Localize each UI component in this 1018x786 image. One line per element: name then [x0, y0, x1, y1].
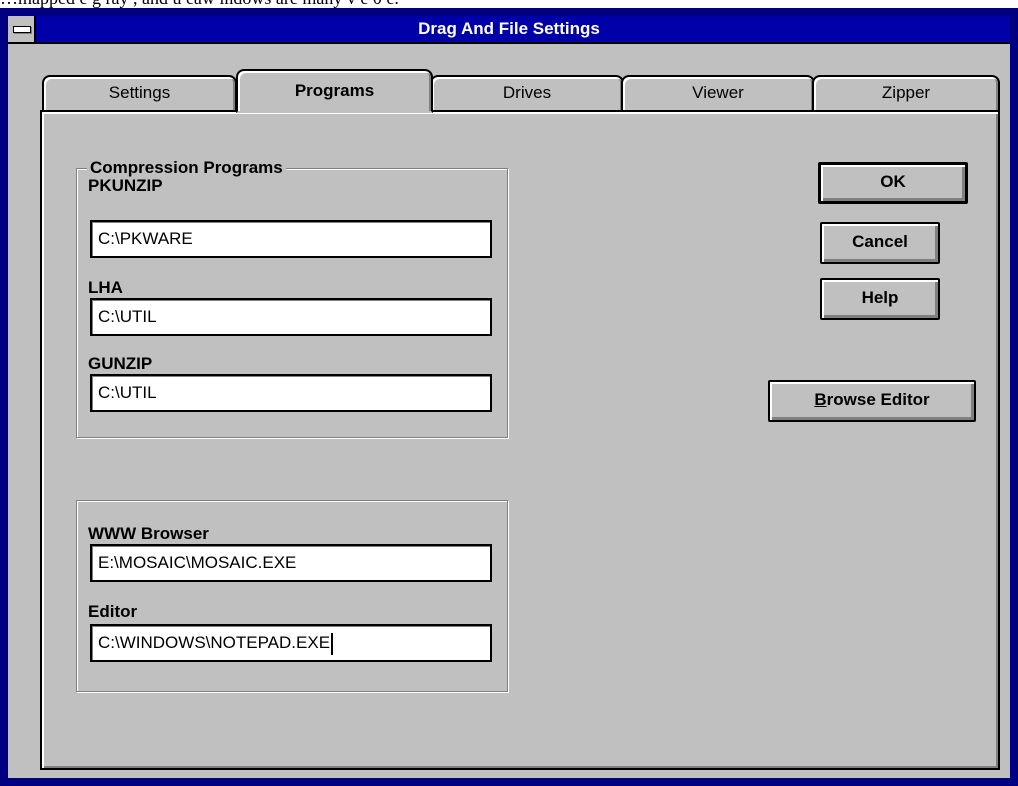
tab-zipper[interactable]: Zipper: [812, 75, 1000, 111]
dialog-client-area: Settings Drives Viewer Zipper Programs C…: [8, 44, 1010, 778]
clipped-caption-text: …mapped e g ray , and u eaw indows are m…: [0, 0, 1018, 8]
lha-label: LHA: [88, 278, 123, 297]
editor-label: Editor: [88, 602, 138, 621]
gunzip-label: GUNZIP: [88, 354, 153, 373]
tab-strip: Settings Drives Viewer Zipper Programs: [40, 69, 1000, 113]
cancel-button[interactable]: Cancel: [820, 222, 940, 264]
editor-path-text: C:\WINDOWS\NOTEPAD.EXE: [98, 633, 331, 652]
system-menu-icon: [13, 26, 31, 33]
lha-path-field[interactable]: C:\UTIL: [90, 298, 492, 336]
help-button[interactable]: Help: [820, 278, 940, 320]
tab-settings[interactable]: Settings: [42, 75, 237, 111]
www-browser-path-field[interactable]: E:\MOSAIC\MOSAIC.EXE: [90, 544, 492, 582]
compression-group-title: Compression Programs: [87, 158, 286, 178]
title-bar[interactable]: Drag And File Settings: [8, 16, 1010, 44]
window-title: Drag And File Settings: [418, 19, 600, 38]
editor-path-field[interactable]: C:\WINDOWS\NOTEPAD.EXE: [90, 624, 492, 662]
dialog-window: Drag And File Settings Settings Drives V…: [0, 8, 1018, 786]
browse-editor-label: rowse Editor: [826, 390, 930, 409]
text-caret: [331, 632, 334, 655]
pkunzip-path-field[interactable]: C:\PKWARE: [90, 220, 492, 258]
pkunzip-label: PKUNZIP: [88, 176, 163, 195]
tab-programs[interactable]: Programs: [236, 69, 433, 113]
browse-editor-button[interactable]: Browse Editor: [768, 380, 976, 422]
tab-page-programs: Compression Programs PKUNZIP C:\PKWARE L…: [40, 110, 1000, 770]
tab-viewer[interactable]: Viewer: [621, 75, 815, 111]
browse-editor-mnemonic: B: [814, 390, 827, 409]
gunzip-path-field[interactable]: C:\UTIL: [90, 374, 492, 412]
ok-button[interactable]: OK: [818, 162, 968, 204]
system-menu-button[interactable]: [8, 16, 36, 42]
www-browser-label: WWW Browser: [88, 524, 209, 543]
tab-drives[interactable]: Drives: [430, 75, 624, 111]
